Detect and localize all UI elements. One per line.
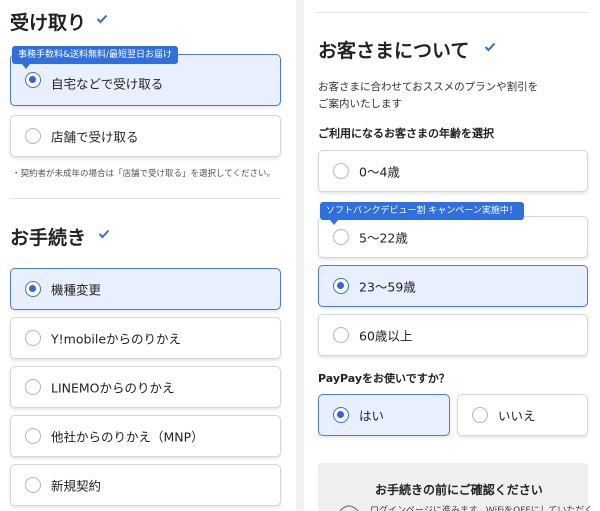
paypay-option-label: はい <box>359 408 385 424</box>
procedure-option-mnp[interactable]: 他社からのりかえ（MNP） <box>10 415 281 457</box>
customer-section-title: お客さまについて <box>318 40 470 62</box>
radio-icon[interactable] <box>333 407 349 423</box>
customer-description-line: ご案内いたします <box>318 98 402 110</box>
procedure-option-ymobile[interactable]: Y!mobileからのりかえ <box>10 317 281 359</box>
radio-icon[interactable] <box>25 128 41 144</box>
radio-icon[interactable] <box>472 407 488 423</box>
radio-icon[interactable] <box>25 72 41 88</box>
receive-option-label: 自宅などで受け取る <box>51 76 164 92</box>
left-column: 受け取り 事務手数料&送料無料/最短翌日お届け 自宅などで受け取る 店舗で受け取… <box>0 0 296 511</box>
receive-section-title: 受け取り <box>10 12 87 34</box>
procedure-option-label: 新規契約 <box>51 478 102 494</box>
radio-icon[interactable] <box>333 229 349 245</box>
receive-note: ・契約者が未成年の場合は「店舗で受け取る」を選択してください。 <box>12 169 275 179</box>
procedure-option-new[interactable]: 新規契約 <box>10 464 281 506</box>
paypay-option-label: いいえ <box>498 408 536 424</box>
procedure-option-linemo[interactable]: LINEMOからのりかえ <box>10 366 281 408</box>
check-icon <box>484 42 496 52</box>
age-option-60-plus[interactable]: 60歳以上 <box>318 314 588 356</box>
right-column: お客さまについて お客さまに合わせておススメのプランや割引を ご案内いたします … <box>304 0 600 511</box>
procedure-section-title: お手続き <box>10 227 87 249</box>
age-option-5-22[interactable]: 5〜22歳 <box>318 216 588 258</box>
procedure-option-model-change[interactable]: 機種変更 <box>10 268 281 310</box>
customer-description-line: お客さまに合わせておススメのプランや割引を <box>318 81 539 93</box>
check-icon <box>96 14 108 24</box>
age-option-label: 60歳以上 <box>359 328 413 344</box>
radio-icon[interactable] <box>25 330 41 346</box>
procedure-option-label: LINEMOからのりかえ <box>51 380 175 396</box>
paypay-question: PayPayをお使いですか？ <box>318 372 450 385</box>
age-option-label: 0〜4歳 <box>359 164 400 180</box>
radio-icon[interactable] <box>333 163 349 179</box>
column-gutter <box>296 0 304 511</box>
receive-option-label: 店舗で受け取る <box>51 129 139 145</box>
age-option-label: 23〜59歳 <box>359 279 416 295</box>
check-icon <box>98 229 110 239</box>
age-option-label: 5〜22歳 <box>359 230 408 246</box>
radio-icon[interactable] <box>25 428 41 444</box>
confirm-title: お手続きの前にご確認ください <box>375 483 543 497</box>
radio-icon[interactable] <box>25 281 41 297</box>
confirm-text: ログインページに進みます。WiFiをOFFにしていただく <box>370 506 594 511</box>
paypay-option-no[interactable]: いいえ <box>457 394 588 436</box>
age-option-0-4[interactable]: 0〜4歳 <box>318 150 588 192</box>
procedure-option-label: 他社からのりかえ（MNP） <box>51 429 204 445</box>
confirm-box: お手続きの前にご確認ください ログインページに進みます。WiFiをOFFにしてい… <box>318 463 593 511</box>
wifi-icon <box>339 505 359 511</box>
section-divider <box>316 12 588 13</box>
receive-option-store[interactable]: 店舗で受け取る <box>10 115 281 157</box>
radio-icon[interactable] <box>333 327 349 343</box>
procedure-option-label: 機種変更 <box>51 282 102 298</box>
radio-icon[interactable] <box>25 477 41 493</box>
receive-promo-tag: 事務手数料&送料無料/最短翌日お届け <box>12 46 179 69</box>
procedure-option-label: Y!mobileからのりかえ <box>51 331 182 347</box>
radio-icon[interactable] <box>25 379 41 395</box>
section-divider <box>10 198 281 199</box>
age-question: ご利用になるお客さまの年齢を選択 <box>318 127 494 140</box>
customer-description: お客さまに合わせておススメのプランや割引を ご案内いたします <box>318 79 538 113</box>
paypay-option-yes[interactable]: はい <box>318 394 450 436</box>
age-campaign-tag: ソフトバンクデビュー割 キャンペーン実施中！ <box>320 202 524 225</box>
radio-icon[interactable] <box>333 278 349 294</box>
age-option-23-59[interactable]: 23〜59歳 <box>318 265 588 307</box>
